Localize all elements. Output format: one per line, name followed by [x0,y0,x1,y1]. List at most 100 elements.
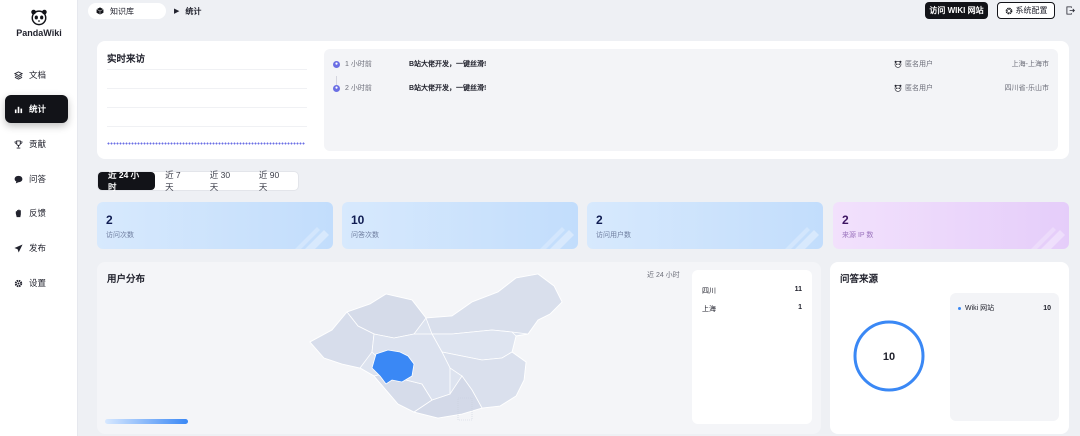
tab-24h[interactable]: 近 24 小时 [98,170,156,192]
sidebar-item-label: 文档 [29,70,47,80]
tab-90d[interactable]: 近 90 天 [249,170,298,192]
visit-user-name: 匿名用户 [905,85,933,92]
stat-card-ips: 2 来源 IP 数 [833,202,1069,249]
map-legend-gradient [105,419,188,424]
stat-decoration [295,227,329,249]
caret-right-icon: ▶ [174,8,180,15]
visit-location: 四川省-乐山市 [1004,85,1049,92]
stat-value: 2 [106,213,113,227]
visit-user: 匿名用户 [894,83,933,93]
breadcrumb-current: 统计 [185,6,202,16]
layers-icon [14,70,23,80]
timeline-dot-icon: ● [333,60,340,68]
sidebar: PandaWiki 文档 统计 贡献 问答 反馈 发布 设置 [0,0,78,436]
stat-label: 访问次数 [106,232,134,239]
stat-card-users: 2 访问用户数 [587,202,823,249]
grid-line [107,88,307,89]
visit-row[interactable]: ● 2 小时前 B站大佬开发，一键丝滑! 匿名用户 四川省-乐山市 [324,82,1058,94]
region-count: 1 [798,304,802,311]
tab-30d[interactable]: 近 30 天 [200,170,249,192]
tab-7d[interactable]: 近 7 天 [155,170,200,192]
visit-time: 1 小时前 [345,61,372,68]
region-row[interactable]: 上海 1 [702,304,802,314]
sidebar-item-qa[interactable]: 问答 [5,165,68,193]
breadcrumb-root[interactable]: 知识库 [88,3,166,19]
sidebar-item-label: 问答 [29,174,47,184]
gear-icon [1005,7,1012,14]
panda-avatar-icon [894,60,902,68]
grid-line [107,107,307,108]
distribution-range: 近 24 小时 [647,272,680,279]
timeline-dot-icon: ● [333,84,340,92]
sidebar-item-label: 设置 [29,278,47,288]
sidebar-item-label: 发布 [29,243,47,253]
trophy-icon [14,139,23,149]
sidebar-item-feedback[interactable]: 反馈 [5,199,68,227]
legend-dot-icon [958,306,961,310]
sidebar-item-label: 统计 [29,104,47,114]
qa-source-count: 10 [1043,304,1051,312]
panda-avatar-icon [894,84,902,92]
qa-source-card: 问答来源 10 Wiki 网站 10 [830,262,1069,434]
stat-label: 问答次数 [351,232,379,239]
breadcrumb-root-label: 知识库 [110,6,134,16]
visit-page-title: B站大佬开发，一键丝滑! [409,85,487,92]
panda-logo-icon [31,9,47,26]
sidebar-item-stats[interactable]: 统计 [5,95,68,123]
gear-icon [14,279,23,287]
visit-time: 2 小时前 [345,85,372,92]
stat-card-visits: 2 访问次数 [97,202,333,249]
stat-value: 2 [842,213,849,227]
visit-location: 上海-上海市 [1011,61,1049,68]
sidebar-item-publish[interactable]: 发布 [5,234,68,262]
qa-source-name: Wiki 网站 [965,305,995,312]
visit-wiki-button[interactable]: 访问 WIKI 网站 [925,2,988,19]
region-count: 11 [794,286,802,293]
send-icon [14,243,23,253]
distribution-title: 用户分布 [107,274,146,285]
time-range-tabs: 近 24 小时 近 7 天 近 30 天 近 90 天 [97,170,299,192]
visit-user: 匿名用户 [894,59,933,69]
qa-source-list: Wiki 网站 10 [950,293,1059,421]
visit-user-name: 匿名用户 [905,61,933,68]
sidebar-item-contribution[interactable]: 贡献 [5,130,68,158]
region-name: 上海 [702,306,716,313]
sidebar-item-label: 贡献 [29,139,47,149]
logout-icon[interactable] [1066,6,1075,15]
qa-source-donut[interactable]: 10 [850,317,928,395]
sidebar-item-settings[interactable]: 设置 [5,269,68,297]
stat-label: 来源 IP 数 [842,232,874,239]
visit-row[interactable]: ● 1 小时前 B站大佬开发，一键丝滑! 匿名用户 上海-上海市 [324,58,1058,70]
app-name: PandaWiki [16,28,62,38]
realtime-sparkline [107,142,305,145]
system-config-label: 系统配置 [1015,6,1048,15]
grid-line [107,69,307,70]
stat-label: 访问用户数 [596,232,631,239]
stat-card-qa: 10 问答次数 [342,202,578,249]
sidebar-item-label: 反馈 [29,208,47,218]
stat-decoration [1031,227,1065,249]
visit-page-title: B站大佬开发，一键丝滑! [409,61,487,68]
qa-source-row[interactable]: Wiki 网站 10 [958,303,1051,313]
stat-decoration [785,227,819,249]
region-list: 四川 11 上海 1 [692,270,812,424]
qa-source-total: 10 [883,351,895,363]
chat-bubble-icon [14,175,23,183]
region-name: 四川 [702,288,716,295]
app-logo[interactable]: PandaWiki [0,8,78,38]
stat-value: 2 [596,213,603,227]
bar-chart-icon [14,106,23,113]
sidebar-item-docs[interactable]: 文档 [5,61,68,89]
stat-value: 10 [351,213,365,227]
hand-icon [15,209,21,217]
breadcrumb: 知识库 ▶ 统计 [88,3,201,19]
realtime-visits-card: 实时来访 ● 1 小时前 B站大佬开发，一键丝滑! 匿名用户 上海-上海市 ● … [97,41,1069,159]
stat-decoration [540,227,574,249]
region-row[interactable]: 四川 11 [702,286,802,296]
realtime-title: 实时来访 [107,54,146,65]
cube-icon [96,7,104,15]
user-distribution-card: 用户分布 近 24 小时 四川 11 上海 1 [97,262,821,434]
system-config-button[interactable]: 系统配置 [997,2,1055,19]
grid-line [107,126,307,127]
china-map[interactable] [302,272,602,430]
